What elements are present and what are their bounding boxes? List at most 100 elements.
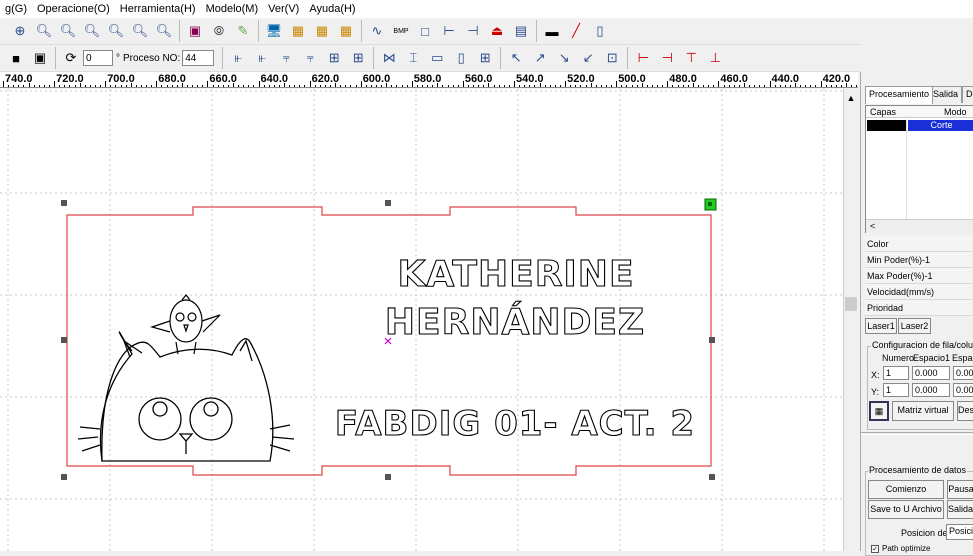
des-button[interactable]: Des <box>957 401 973 421</box>
lock-icon[interactable]: ■ <box>4 46 28 70</box>
rotation-input[interactable] <box>83 50 113 66</box>
zoom-all-icon[interactable]: 🔍︎ <box>128 19 152 43</box>
x-espacio2-input[interactable]: 0.00 <box>953 366 973 380</box>
tab-salida[interactable]: Salida <box>929 86 963 103</box>
menu-item-modelo[interactable]: Modelo(M) <box>201 0 264 18</box>
matriz-virtual-button[interactable]: Matriz virtual <box>892 401 954 421</box>
zoom-window-icon[interactable]: 🔍︎ <box>152 19 176 43</box>
align-bottom-icon[interactable]: ⫧ <box>298 46 322 70</box>
path-optimize-checkbox[interactable]: ✓ <box>871 545 879 553</box>
align-hcenter-icon[interactable]: ⊞ <box>322 46 346 70</box>
ruler-tick <box>411 81 413 87</box>
mirror-icon[interactable]: ⊣ <box>461 19 485 43</box>
left-edge-icon[interactable]: ⊢ <box>631 46 655 70</box>
layer-mode-cell[interactable]: Corte <box>908 120 973 131</box>
layer-color-swatch[interactable] <box>867 120 907 131</box>
menu-item-g[interactable]: g(G) <box>0 0 32 18</box>
same-width-icon[interactable]: ▭ <box>425 46 449 70</box>
layers-hscrollbar[interactable]: < <box>866 219 973 233</box>
distribute-icon[interactable]: ⊢ <box>437 19 461 43</box>
matrix-grid-icon[interactable]: ▦ <box>869 401 889 421</box>
ruler-tick <box>611 85 613 87</box>
right-edge-icon[interactable]: ⊣ <box>655 46 679 70</box>
ruler-tick <box>340 85 342 87</box>
space-horizontal-icon[interactable]: ⋈ <box>377 46 401 70</box>
arrow-bottom-left-icon[interactable]: ↙ <box>576 46 600 70</box>
pausa-button[interactable]: Pausa <box>947 480 973 499</box>
ruler-tick <box>381 85 383 87</box>
frame-icon[interactable]: ▣ <box>183 19 207 43</box>
center-icon[interactable]: ⊡ <box>600 46 624 70</box>
menu-item-ayuda[interactable]: Ayuda(H) <box>304 0 360 18</box>
x-espacio-input[interactable]: 0.000 <box>912 366 950 380</box>
ruler-tick <box>202 85 204 87</box>
laser2-button[interactable]: Laser2 <box>898 318 931 334</box>
ruler-tick <box>595 85 597 87</box>
align-objects-icon[interactable]: ▦ <box>286 19 310 43</box>
x-numero-input[interactable]: 1 <box>883 366 909 380</box>
scroll-thumb[interactable] <box>845 297 857 311</box>
align-top-icon[interactable]: ⫧ <box>274 46 298 70</box>
vertical-scrollbar[interactable]: ▲ <box>843 89 858 551</box>
ruler-tick <box>3 81 4 87</box>
scroll-left-arrow-icon[interactable]: < <box>870 221 875 231</box>
bottom-edge-icon[interactable]: ⊥ <box>703 46 727 70</box>
align-vcenter-icon[interactable]: ⊞ <box>346 46 370 70</box>
y-numero-input[interactable]: 1 <box>883 383 909 397</box>
array-objects-icon[interactable]: ▦ <box>310 19 334 43</box>
same-height-icon[interactable]: ▯ <box>449 46 473 70</box>
arrow-bottom-right-icon[interactable]: ↘ <box>552 46 576 70</box>
rectangle-icon[interactable]: □ <box>413 19 437 43</box>
design-canvas[interactable]: KATHERINE HERNÁNDEZ FABDIG 01- ACT. 2 <box>0 89 843 551</box>
zoom-page-icon[interactable]: 🔍︎ <box>80 19 104 43</box>
rotate-icon[interactable]: ⟳ <box>59 46 83 70</box>
layout-icon[interactable]: ▣ <box>28 46 52 70</box>
ruler-icon[interactable]: ▯ <box>588 19 612 43</box>
ruler-tick <box>718 81 720 87</box>
ruler-tick <box>687 85 689 87</box>
scan-icon[interactable]: ⦾ <box>207 19 231 43</box>
bmp-icon[interactable]: BMP <box>389 19 413 43</box>
top-edge-icon[interactable]: ⊤ <box>679 46 703 70</box>
ruler-tick <box>304 85 306 87</box>
tab-d[interactable]: D <box>962 86 973 103</box>
pen-icon[interactable]: ✎ <box>231 19 255 43</box>
align-left-icon[interactable]: ⫦ <box>226 46 250 70</box>
zoom-in-icon[interactable]: 🔍︎ <box>32 19 56 43</box>
menu-item-operaciones[interactable]: Operacione(O) <box>32 0 115 18</box>
group-objects-icon[interactable]: ▦ <box>334 19 358 43</box>
zoom-out-icon[interactable]: 🔍︎ <box>56 19 80 43</box>
align-right-icon[interactable]: ⫦ <box>250 46 274 70</box>
laser-pointer-icon[interactable]: ╱ <box>564 19 588 43</box>
arrow-top-left-icon[interactable]: ↖ <box>504 46 528 70</box>
tab-procesamiento[interactable]: Procesamiento <box>865 86 934 104</box>
menu-item-ver[interactable]: Ver(V) <box>263 0 304 18</box>
save-u-archivo-button[interactable]: Save to U Archivo <box>868 500 944 519</box>
monitor-icon[interactable]: 🖥︎ <box>262 19 286 43</box>
y-espacio2-input[interactable]: 0.00 <box>953 383 973 397</box>
menu-item-herramienta[interactable]: Herramienta(H) <box>115 0 201 18</box>
zoom-pan-icon[interactable]: ⊕ <box>8 19 32 43</box>
zoom-selection-icon[interactable]: 🔍︎ <box>104 19 128 43</box>
space-vertical-icon[interactable]: ⌶ <box>401 46 425 70</box>
panel-splitter[interactable] <box>861 432 973 435</box>
panel-icon[interactable]: ▤ <box>509 19 533 43</box>
camera-icon[interactable]: ▬ <box>540 19 564 43</box>
curve-icon[interactable]: ∿ <box>365 19 389 43</box>
proceso-input[interactable] <box>182 50 215 66</box>
ruler-tick <box>743 83 745 87</box>
ruler-tick <box>815 85 817 87</box>
posicion-select[interactable]: Posicio <box>946 524 973 540</box>
arrow-top-right-icon[interactable]: ↗ <box>528 46 552 70</box>
ruler-tick <box>43 85 45 87</box>
y-espacio-input[interactable]: 0.000 <box>912 383 950 397</box>
ruler-tick <box>703 85 705 87</box>
same-size-icon[interactable]: ⊞ <box>473 46 497 70</box>
scroll-up-arrow-icon[interactable]: ▲ <box>845 93 857 103</box>
ruler-tick <box>457 85 459 87</box>
spray-icon[interactable]: ⏏ <box>485 19 509 43</box>
laser1-button[interactable]: Laser1 <box>865 318 897 334</box>
ruler-tick <box>79 83 81 87</box>
salida-button[interactable]: Salida d <box>947 500 973 519</box>
comienzo-button[interactable]: Comienzo <box>868 480 944 499</box>
